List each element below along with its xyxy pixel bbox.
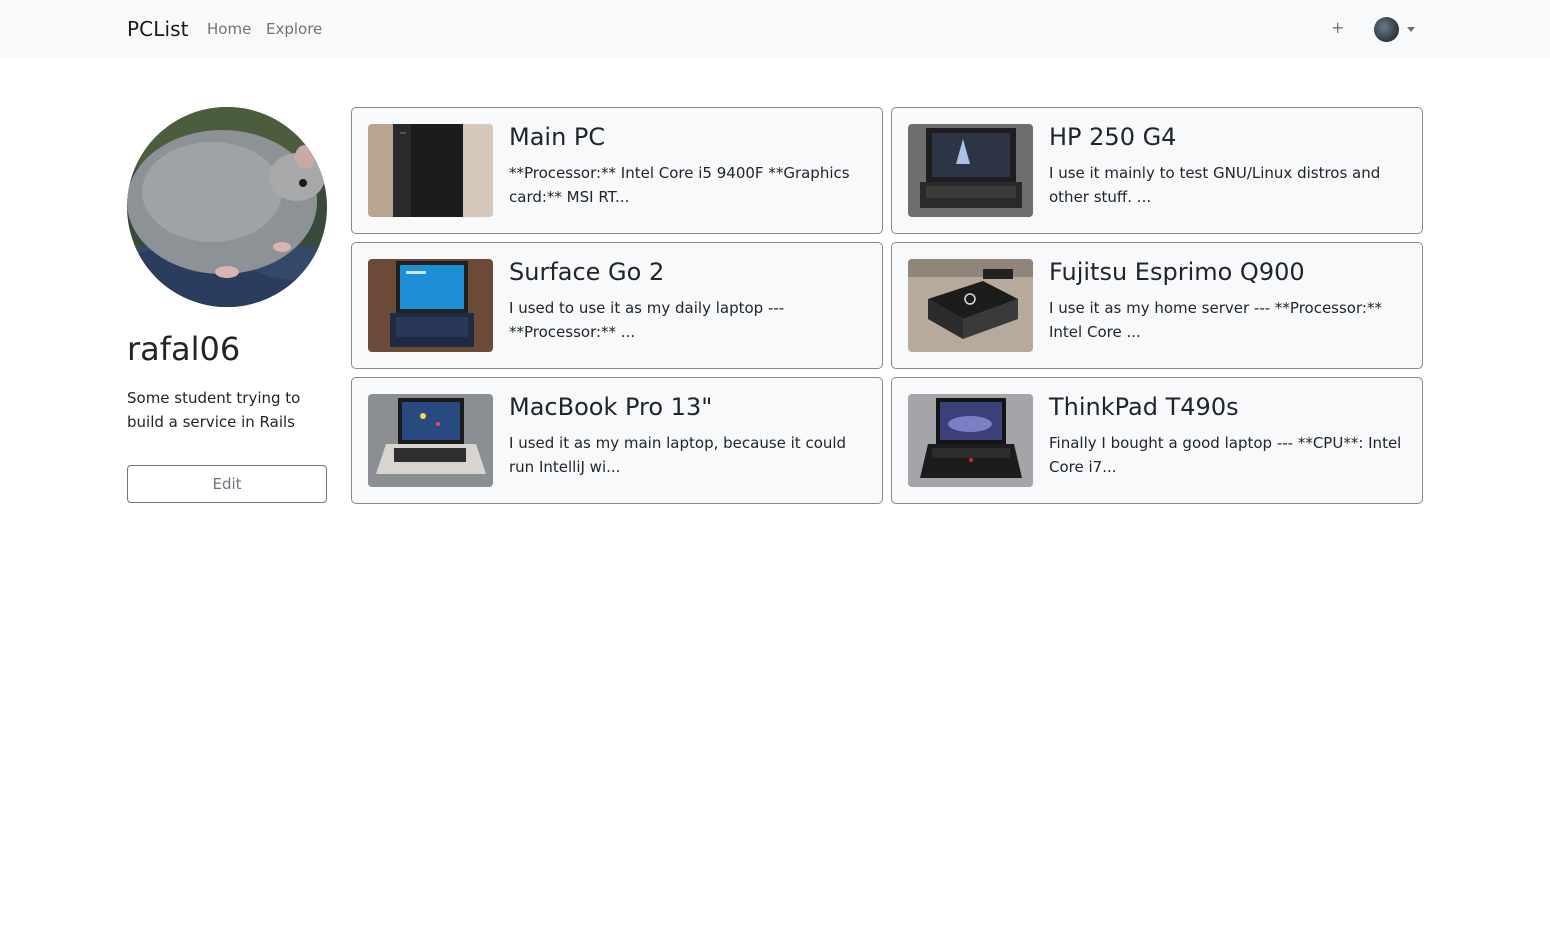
computer-card[interactable]: HP 250 G4 I use it mainly to test GNU/Li… (891, 107, 1423, 234)
computer-description: **Processor:** Intel Core i5 9400F **Gra… (509, 164, 850, 206)
computer-thumbnail (368, 259, 493, 352)
computer-thumbnail (368, 394, 493, 487)
computer-title[interactable]: ThinkPad T490s (1049, 393, 1239, 421)
navbar: PCList Home Explore + (0, 0, 1550, 58)
chevron-down-icon (1407, 27, 1415, 32)
computer-description: Finally I bought a good laptop --- **CPU… (1049, 434, 1402, 476)
computer-card[interactable]: Main PC **Processor:** Intel Core i5 940… (351, 107, 883, 234)
computer-title[interactable]: MacBook Pro 13" (509, 393, 712, 421)
profile-bio: Some student trying to build a service i… (127, 389, 301, 431)
computer-title[interactable]: Main PC (509, 123, 605, 151)
computer-card[interactable]: Fujitsu Esprimo Q900 I use it as my home… (891, 242, 1423, 369)
computer-description: I used it as my main laptop, because it … (509, 434, 847, 476)
computer-thumbnail (908, 394, 1033, 487)
computer-title[interactable]: Fujitsu Esprimo Q900 (1049, 258, 1305, 286)
computer-description: I use it as my home server --- **Process… (1049, 299, 1382, 341)
brand-link[interactable]: PCList (127, 17, 189, 41)
add-computer-button[interactable]: + (1331, 18, 1344, 37)
computer-thumbnail (908, 259, 1033, 352)
avatar (1374, 17, 1399, 42)
computer-card[interactable]: ThinkPad T490s Finally I bought a good l… (891, 377, 1423, 504)
profile-avatar (127, 107, 327, 307)
profile-username: rafal06 (127, 330, 241, 368)
computer-card[interactable]: Surface Go 2 I used to use it as my dail… (351, 242, 883, 369)
computer-title[interactable]: HP 250 G4 (1049, 123, 1176, 151)
user-menu-dropdown[interactable] (1374, 17, 1418, 43)
computer-description: I use it mainly to test GNU/Linux distro… (1049, 164, 1381, 206)
computer-thumbnail (908, 124, 1033, 217)
nav-explore-link[interactable]: Explore (266, 20, 322, 38)
nav-home-link[interactable]: Home (207, 20, 251, 38)
computer-description: I used to use it as my daily laptop --- … (509, 299, 785, 341)
computer-thumbnail (368, 124, 493, 217)
edit-profile-button[interactable]: Edit (127, 465, 327, 503)
computer-card[interactable]: MacBook Pro 13" I used it as my main lap… (351, 377, 883, 504)
computer-title[interactable]: Surface Go 2 (509, 258, 664, 286)
